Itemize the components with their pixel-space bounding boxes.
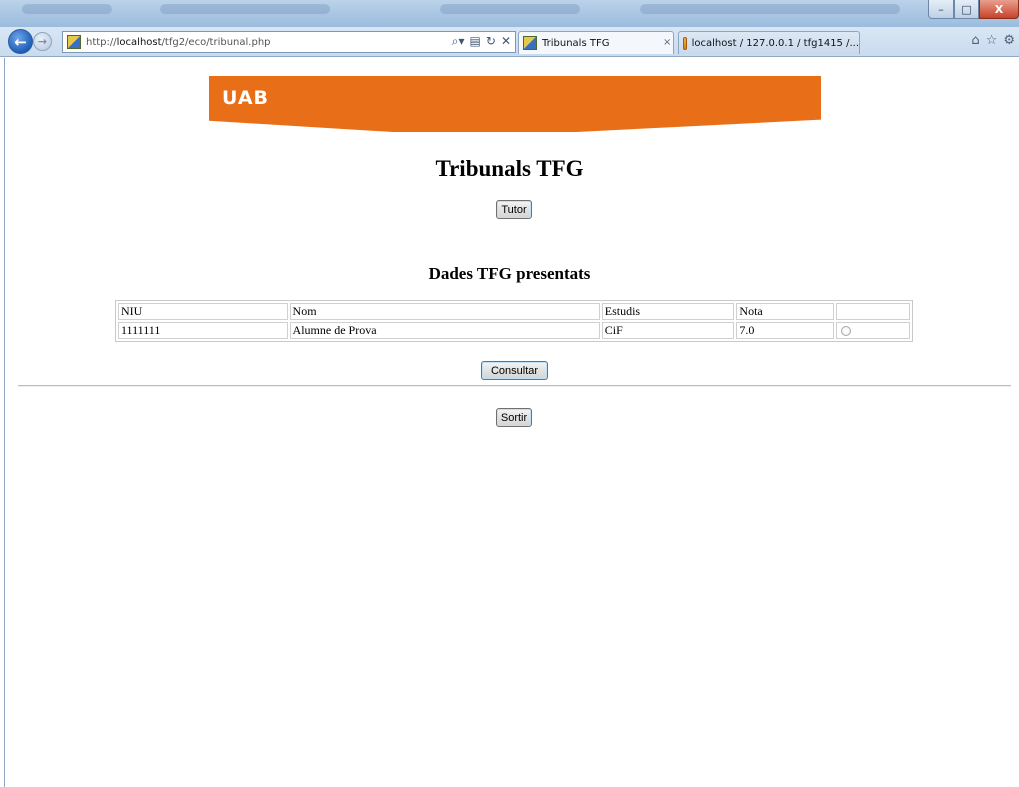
blurred-title-segment bbox=[640, 4, 900, 14]
back-arrow-icon[interactable]: ← bbox=[8, 29, 33, 54]
page-content: UAB Tribunals TFG Tutor Dades TFG presen… bbox=[0, 58, 1019, 787]
page-title: Tribunals TFG bbox=[435, 156, 584, 181]
window-title-bar: – □ X bbox=[0, 0, 1019, 27]
close-window-button[interactable]: X bbox=[979, 0, 1019, 19]
page-favicon-icon bbox=[67, 35, 81, 49]
tfg-table: NIU Nom Estudis Nota 1111111 Alumne de P… bbox=[115, 300, 913, 342]
compatibility-view-icon[interactable]: ▤ bbox=[470, 34, 481, 49]
separator-line bbox=[18, 385, 1011, 387]
address-bar[interactable]: http://localhost/tfg2/eco/tribunal.php ⌕… bbox=[62, 31, 516, 53]
sortir-button[interactable]: Sortir bbox=[496, 408, 532, 427]
tab-tribunals-tfg[interactable]: Tribunals TFG bbox=[518, 31, 674, 54]
tab-phpmyadmin[interactable]: localhost / 127.0.0.1 / tfg1415 /... bbox=[678, 31, 860, 54]
table-header-row: NIU Nom Estudis Nota bbox=[118, 303, 910, 320]
browser-nav-bar: ← → http://localhost/tfg2/eco/tribunal.p… bbox=[0, 27, 1019, 57]
header-niu: NIU bbox=[118, 303, 288, 320]
cell-nota: 7.0 bbox=[736, 322, 835, 339]
address-url[interactable]: http://localhost/tfg2/eco/tribunal.php bbox=[86, 37, 271, 48]
blurred-title-segment bbox=[160, 4, 330, 14]
uab-header-banner bbox=[209, 76, 821, 132]
uab-logo: UAB bbox=[222, 87, 270, 109]
tab-label: Tribunals TFG bbox=[542, 37, 610, 49]
consultar-button[interactable]: Consultar bbox=[481, 361, 548, 380]
settings-gear-icon[interactable]: ⚙ bbox=[1003, 33, 1015, 48]
tab-label: localhost / 127.0.0.1 / tfg1415 /... bbox=[691, 37, 859, 49]
window-controls: – □ X bbox=[928, 0, 1019, 20]
header-nom: Nom bbox=[289, 303, 600, 320]
row-select-radio[interactable] bbox=[841, 326, 852, 337]
tab-favicon-icon bbox=[523, 36, 537, 50]
forward-arrow-icon[interactable]: → bbox=[33, 32, 52, 51]
home-icon[interactable]: ⌂ bbox=[971, 33, 979, 48]
cell-select bbox=[836, 322, 910, 339]
table-row: 1111111 Alumne de Prova CiF 7.0 bbox=[118, 322, 910, 339]
url-path: /tfg2/eco/tribunal.php bbox=[161, 36, 271, 48]
minimize-button[interactable]: – bbox=[928, 0, 954, 19]
search-icon[interactable]: ⌕▾ bbox=[452, 34, 465, 49]
url-host: localhost bbox=[116, 36, 162, 48]
blurred-title-segment bbox=[22, 4, 112, 14]
tab-close-icon[interactable]: × bbox=[663, 37, 671, 48]
header-nota: Nota bbox=[736, 303, 835, 320]
refresh-icon[interactable]: ↻ bbox=[486, 34, 496, 49]
tutor-button[interactable]: Tutor bbox=[496, 200, 532, 219]
url-prefix: http:// bbox=[86, 36, 117, 48]
cell-niu: 1111111 bbox=[118, 322, 288, 339]
section-title: Dades TFG presentats bbox=[428, 264, 591, 283]
phpmyadmin-icon bbox=[683, 36, 687, 50]
cell-estudis: CiF bbox=[601, 322, 735, 339]
address-tools: ⌕▾ ▤ ↻ ✕ bbox=[452, 34, 511, 49]
cell-nom: Alumne de Prova bbox=[289, 322, 600, 339]
header-estudis: Estudis bbox=[601, 303, 735, 320]
toolbar-icons: ⌂ ☆ ⚙ bbox=[971, 33, 1015, 48]
header-select bbox=[836, 303, 910, 320]
blurred-title-segment bbox=[440, 4, 580, 14]
stop-icon[interactable]: ✕ bbox=[501, 34, 511, 49]
favorites-star-icon[interactable]: ☆ bbox=[986, 33, 998, 48]
maximize-button[interactable]: □ bbox=[954, 0, 979, 19]
